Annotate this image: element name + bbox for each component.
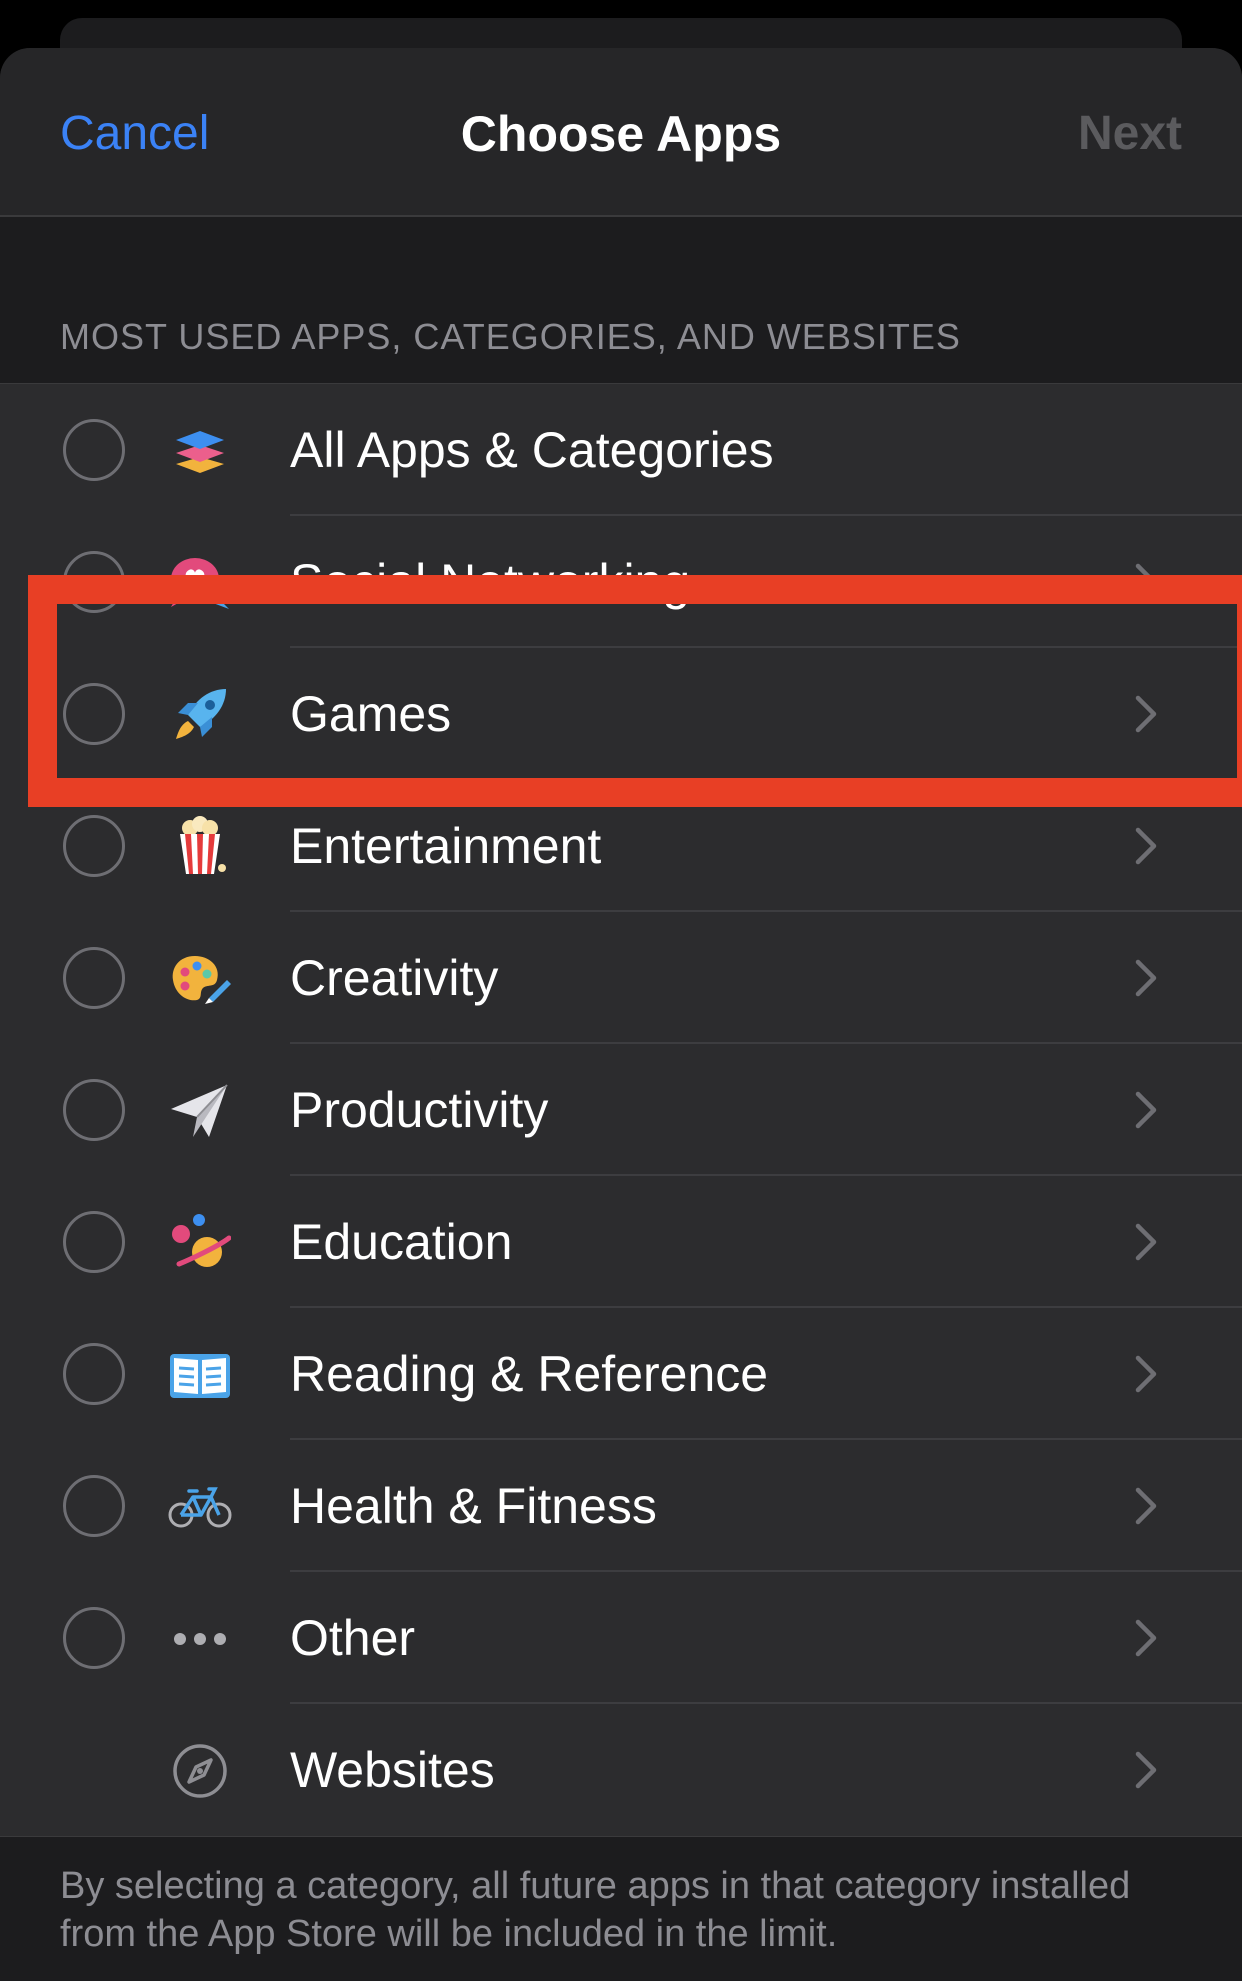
- row-label: Creativity: [290, 950, 499, 1006]
- row-label: Social Networking: [290, 554, 691, 610]
- list-item-creativity[interactable]: Creativity: [0, 912, 1242, 1044]
- paper-plane-icon: [164, 1080, 236, 1142]
- list-item-all-apps-categories[interactable]: All Apps & Categories: [0, 384, 1242, 516]
- selection-radio[interactable]: [63, 1211, 125, 1273]
- section-header: MOST USED APPS, CATEGORIES, AND WEBSITES: [60, 316, 961, 357]
- chevron-right-icon: [1135, 827, 1157, 865]
- selection-radio[interactable]: [63, 1079, 125, 1141]
- chevron-right-icon: [1135, 959, 1157, 997]
- list-item-education[interactable]: Education: [0, 1176, 1242, 1308]
- chevron-right-icon: [1135, 1355, 1157, 1393]
- chevron-right-icon: [1135, 695, 1157, 733]
- selection-radio[interactable]: [63, 551, 125, 613]
- chevron-right-icon: [1135, 1487, 1157, 1525]
- chevron-right-icon: [1135, 1751, 1157, 1789]
- ellipsis-icon: [164, 1608, 236, 1670]
- row-label: Health & Fitness: [290, 1478, 657, 1534]
- stack-icon: [164, 420, 236, 482]
- palette-icon: [164, 948, 236, 1010]
- selection-radio[interactable]: [63, 1343, 125, 1405]
- list-item-productivity[interactable]: Productivity: [0, 1044, 1242, 1176]
- selection-radio[interactable]: [63, 947, 125, 1009]
- selection-radio[interactable]: [63, 419, 125, 481]
- selection-radio[interactable]: [63, 1607, 125, 1669]
- selection-radio[interactable]: [63, 1475, 125, 1537]
- row-label: Websites: [290, 1742, 495, 1798]
- selection-radio[interactable]: [63, 815, 125, 877]
- speech-heart-icon: [164, 552, 236, 614]
- list-item-entertainment[interactable]: Entertainment: [0, 780, 1242, 912]
- row-label: Reading & Reference: [290, 1346, 769, 1402]
- list-item-other[interactable]: Other: [0, 1572, 1242, 1704]
- chevron-right-icon: [1135, 1091, 1157, 1129]
- category-list: All Apps & Categories Social Networking: [0, 383, 1242, 1837]
- popcorn-icon: [164, 816, 236, 878]
- footer-note: By selecting a category, all future apps…: [60, 1865, 1131, 1955]
- chevron-right-icon: [1135, 1619, 1157, 1657]
- bicycle-icon: [164, 1476, 236, 1538]
- navigation-bar: Cancel Choose Apps Next: [0, 48, 1242, 217]
- selection-radio[interactable]: [63, 683, 125, 745]
- row-label: Games: [290, 686, 452, 742]
- page-title: Choose Apps: [460, 106, 782, 162]
- row-label: All Apps & Categories: [290, 422, 774, 478]
- row-label: Productivity: [290, 1082, 549, 1138]
- row-label: Education: [290, 1214, 513, 1270]
- list-item-social-networking[interactable]: Social Networking: [0, 516, 1242, 648]
- next-button[interactable]: Next: [1078, 104, 1182, 164]
- list-item-games[interactable]: Games: [0, 648, 1242, 780]
- list-item-websites[interactable]: Websites: [0, 1704, 1242, 1836]
- chevron-right-icon: [1135, 563, 1157, 601]
- compass-icon: [164, 1740, 236, 1802]
- open-book-icon: [164, 1344, 236, 1406]
- row-label: Other: [290, 1610, 416, 1666]
- list-item-health-fitness[interactable]: Health & Fitness: [0, 1440, 1242, 1572]
- choose-apps-sheet: Cancel Choose Apps Next MOST USED APPS, …: [0, 48, 1242, 1981]
- chevron-right-icon: [1135, 1223, 1157, 1261]
- planet-icon: [164, 1212, 236, 1274]
- rocket-icon: [164, 684, 236, 746]
- list-item-reading-reference[interactable]: Reading & Reference: [0, 1308, 1242, 1440]
- row-label: Entertainment: [290, 818, 602, 874]
